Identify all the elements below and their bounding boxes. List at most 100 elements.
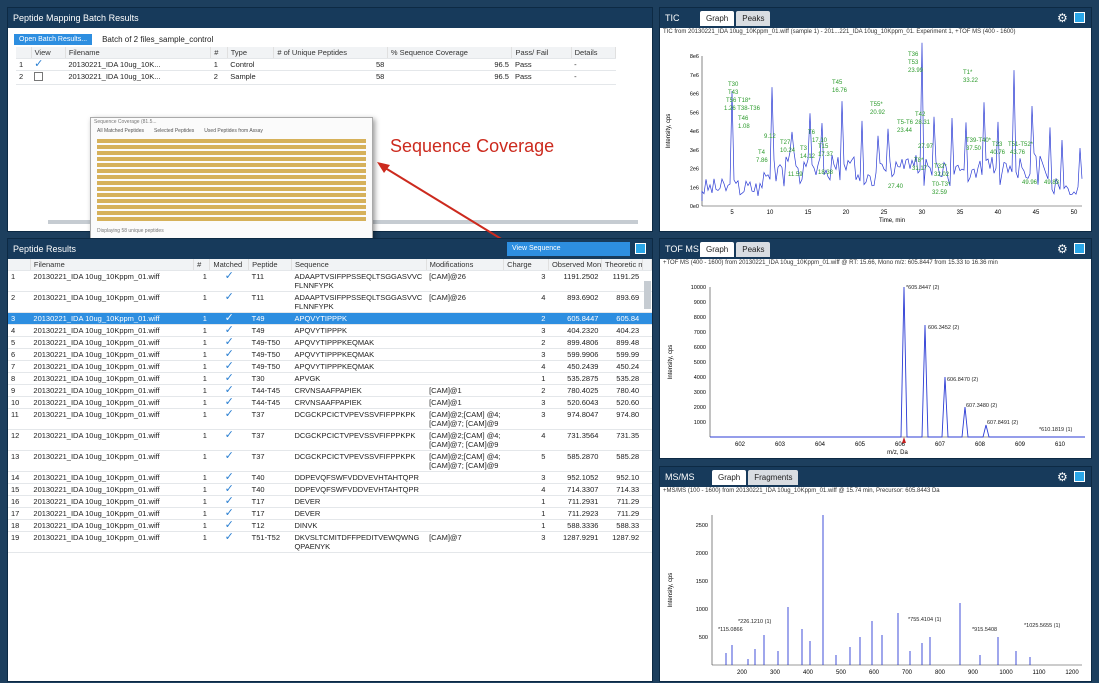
tofms-tab-peaks[interactable]: Peaks	[736, 242, 771, 257]
peptide-row[interactable]: 12 20130221_IDA 10ug_10Kppm_01.wiff 1 ✓ T37 D…	[8, 429, 652, 451]
cell-matched[interactable]: ✓	[209, 291, 249, 313]
cell-charge: 2	[503, 312, 549, 325]
peptide-row[interactable]: 14 20130221_IDA 10ug_10Kppm_01.wiff 1 ✓ T40 D…	[8, 471, 652, 484]
peptide-row[interactable]: 5 20130221_IDA 10ug_10Kppm_01.wiff 1 ✓ T49-T…	[8, 336, 652, 349]
cell-matched[interactable]: ✓	[209, 471, 249, 484]
peptide-row[interactable]: 8 20130221_IDA 10ug_10Kppm_01.wiff 1 ✓ T30 AP…	[8, 372, 652, 385]
cell-matched[interactable]: ✓	[209, 270, 249, 292]
cell-scroll-gap	[642, 360, 652, 373]
peptide-row[interactable]: 7 20130221_IDA 10ug_10Kppm_01.wiff 1 ✓ T49-T…	[8, 360, 652, 373]
results-header[interactable]: #	[193, 259, 211, 271]
cell-matched[interactable]: ✓	[209, 507, 249, 520]
cell-matched[interactable]: ✓	[209, 396, 249, 409]
x-tick-label: 605	[855, 442, 866, 448]
peptide-row[interactable]: 13 20130221_IDA 10ug_10Kppm_01.wiff 1 ✓ T37 D…	[8, 450, 652, 472]
cell-charge: 3	[503, 471, 549, 484]
cell-scroll-gap	[642, 384, 652, 397]
row-index: 2	[8, 291, 31, 313]
check-icon: ✓	[224, 372, 234, 384]
maximize-icon[interactable]	[1074, 471, 1085, 482]
gear-icon[interactable]: ⚙	[1057, 12, 1069, 24]
cell-matched[interactable]: ✓	[209, 429, 249, 451]
cell-matched[interactable]: ✓	[209, 408, 249, 430]
cell-matched[interactable]: ✓	[209, 519, 249, 532]
peptide-row[interactable]: 1 20130221_IDA 10ug_10Kppm_01.wiff 1 ✓ T11 AD…	[8, 270, 652, 292]
peak-label: 18.38	[818, 170, 834, 176]
x-tick-label: 400	[803, 670, 814, 676]
results-header[interactable]: Sequence	[291, 259, 427, 271]
peptide-row[interactable]: 6 20130221_IDA 10ug_10Kppm_01.wiff 1 ✓ T49-T…	[8, 348, 652, 361]
results-header[interactable]: Observed Mono m/z	[548, 259, 602, 271]
cell-theoretical-mz: 1287.92	[601, 531, 643, 553]
cell-matched[interactable]: ✓	[209, 450, 249, 472]
results-header[interactable]: Modifications	[426, 259, 505, 271]
cell-matched[interactable]: ✓	[209, 531, 249, 553]
cell-sequence: ADAAPTVSIFPPSSEQLTSGGASVVC FLNNFYPK	[291, 291, 427, 313]
cell-matched[interactable]: ✓	[209, 348, 249, 361]
peptide-row[interactable]: 4 20130221_IDA 10ug_10Kppm_01.wiff 1 ✓ T49 AP…	[8, 324, 652, 337]
cell-theoretical-mz: 974.80	[601, 408, 643, 430]
y-tick-label: 0e0	[690, 204, 699, 210]
row-index: 10	[8, 396, 31, 409]
view-sequence-button[interactable]: View Sequence	[507, 242, 630, 256]
results-header[interactable]: Theoretic m/z	[601, 259, 643, 271]
cell-observed-mz: 1287.9291	[548, 531, 602, 553]
precursor-marker	[902, 437, 906, 443]
check-icon: ✓	[224, 384, 234, 396]
cell-number: 1	[193, 483, 210, 496]
y-tick-label: 6000	[694, 345, 706, 351]
tic-tab-graph[interactable]: Graph	[700, 11, 735, 26]
cell-matched[interactable]: ✓	[209, 336, 249, 349]
row-index: 11	[8, 408, 31, 430]
peak-label: T32*	[934, 164, 947, 170]
results-header[interactable]: Matched	[209, 259, 250, 271]
y-tick-label: 500	[699, 635, 708, 641]
msms-tab-graph[interactable]: Graph	[712, 470, 747, 485]
cell-observed-mz: 714.3307	[548, 483, 602, 496]
tic-tab-peaks[interactable]: Peaks	[736, 11, 771, 26]
cell-charge: 3	[503, 324, 549, 337]
peptide-row[interactable]: 11 20130221_IDA 10ug_10Kppm_01.wiff 1 ✓ T37 D…	[8, 408, 652, 430]
maximize-icon[interactable]	[1074, 12, 1085, 23]
results-header[interactable]: Peptide	[248, 259, 292, 271]
cell-matched[interactable]: ✓	[209, 384, 249, 397]
cell-scroll-gap	[642, 450, 652, 472]
results-header[interactable]: Charge	[503, 259, 549, 271]
peptide-row[interactable]: 9 20130221_IDA 10ug_10Kppm_01.wiff 1 ✓ T44-T…	[8, 384, 652, 397]
row-index: 16	[8, 495, 31, 508]
peptide-row[interactable]: 10 20130221_IDA 10ug_10Kppm_01.wiff 1 ✓ T44-…	[8, 396, 652, 409]
peptide-row[interactable]: 17 20130221_IDA 10ug_10Kppm_01.wiff 1 ✓ T17 D…	[8, 507, 652, 520]
tofms-tab-graph[interactable]: Graph	[700, 242, 735, 257]
cell-matched[interactable]: ✓	[209, 312, 249, 325]
cell-number: 1	[193, 495, 210, 508]
peptide-row[interactable]: 19 20130221_IDA 10ug_10Kppm_01.wiff 1 ✓ T51-…	[8, 531, 652, 553]
cell-filename: 20130221_IDA 10ug_10Kppm_01.wiff	[30, 531, 194, 553]
results-header[interactable]: Filename	[30, 259, 195, 271]
cell-sequence: APQVYTIPPPKEQMAK	[291, 360, 427, 373]
tofms-chart: 10000 9000 8000 7000 6000 5000 4000 3000 2000 100…	[668, 285, 1085, 456]
gear-icon[interactable]: ⚙	[1057, 471, 1069, 483]
cell-matched[interactable]: ✓	[209, 483, 249, 496]
peak-label: T56 T18*	[726, 98, 751, 104]
x-tick-label: 45	[1033, 210, 1040, 216]
peptide-row[interactable]: 15 20130221_IDA 10ug_10Kppm_01.wiff 1 ✓ T40 D…	[8, 483, 652, 496]
cell-matched[interactable]: ✓	[209, 324, 249, 337]
cell-peptide: T17	[248, 507, 292, 520]
maximize-icon[interactable]	[1074, 243, 1085, 254]
cell-theoretical-mz: 520.60	[601, 396, 643, 409]
msms-tab-fragments[interactable]: Fragments	[748, 470, 799, 485]
cell-matched[interactable]: ✓	[209, 495, 249, 508]
msms-caption: +MS/MS (100 - 1600) from 20130221_IDA 10…	[663, 488, 940, 494]
peptide-row[interactable]: 3 20130221_IDA 10ug_10Kppm_01.wiff 1 ✓ T49 AP…	[8, 312, 652, 325]
peptide-row[interactable]: 16 20130221_IDA 10ug_10Kppm_01.wiff 1 ✓ T17 D…	[8, 495, 652, 508]
results-scrollbar[interactable]	[644, 281, 651, 309]
peptide-row[interactable]: 2 20130221_IDA 10ug_10Kppm_01.wiff 1 ✓ T11 AD…	[8, 291, 652, 313]
gear-icon[interactable]: ⚙	[1057, 243, 1069, 255]
cell-peptide: T49-T50	[248, 360, 292, 373]
cell-matched[interactable]: ✓	[209, 372, 249, 385]
cell-modifications	[426, 495, 504, 508]
maximize-icon[interactable]	[635, 243, 646, 254]
peptide-row[interactable]: 18 20130221_IDA 10ug_10Kppm_01.wiff 1 ✓ T12 D…	[8, 519, 652, 532]
cell-matched[interactable]: ✓	[209, 360, 249, 373]
cell-modifications: [CAM]@7	[426, 531, 504, 553]
